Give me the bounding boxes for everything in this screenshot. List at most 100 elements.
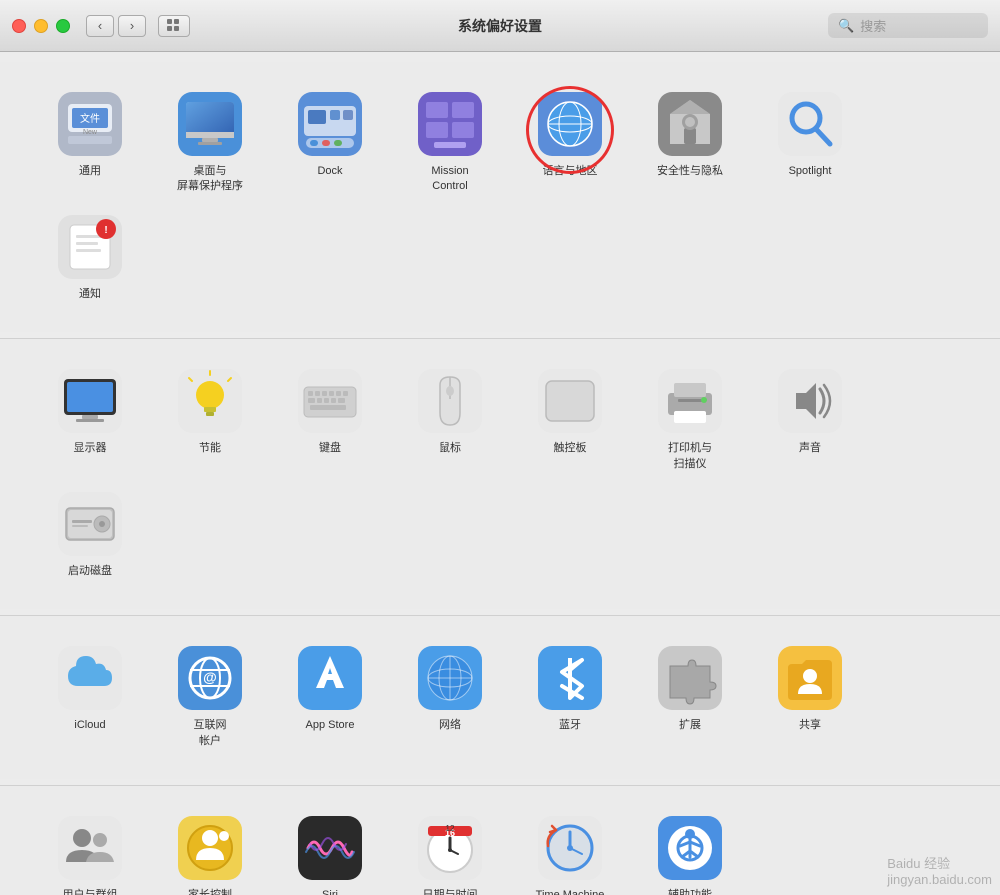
internet-accounts-icon-wrap: @ bbox=[178, 646, 242, 710]
mission-icon-wrap bbox=[418, 92, 482, 156]
trackpad-label: 触控板 bbox=[554, 441, 587, 456]
bluetooth-label: 蓝牙 bbox=[559, 718, 581, 733]
pref-app-store[interactable]: App Store bbox=[270, 636, 390, 743]
pref-notifications[interactable]: ! 通知 bbox=[30, 205, 150, 312]
search-placeholder: 搜索 bbox=[860, 16, 886, 35]
pref-network[interactable]: 网络 bbox=[390, 636, 510, 743]
pref-internet-accounts[interactable]: @ 互联网帐户 bbox=[150, 636, 270, 759]
pref-language[interactable]: 语言与地区 bbox=[510, 82, 630, 189]
displays-icon-wrap bbox=[58, 369, 122, 433]
users-icon-wrap bbox=[58, 816, 122, 880]
bluetooth-icon-wrap bbox=[538, 646, 602, 710]
pref-trackpad[interactable]: 触控板 bbox=[510, 359, 630, 466]
hardware-section: 显示器 节能 bbox=[0, 338, 1000, 609]
sharing-label: 共享 bbox=[799, 718, 821, 733]
pref-displays[interactable]: 显示器 bbox=[30, 359, 150, 466]
language-label: 语言与地区 bbox=[543, 164, 598, 179]
pref-general[interactable]: 文件 New 通用 bbox=[30, 82, 150, 189]
pref-accessibility[interactable]: 辅助功能 bbox=[630, 806, 750, 895]
svg-text:@: @ bbox=[203, 669, 217, 685]
pref-users[interactable]: 用户与群组 bbox=[30, 806, 150, 895]
spotlight-label: Spotlight bbox=[789, 164, 832, 179]
printers-label: 打印机与扫描仪 bbox=[668, 441, 712, 472]
mission-label: MissionControl bbox=[431, 164, 468, 195]
personal-section: 文件 New 通用 bbox=[0, 62, 1000, 332]
pref-dock[interactable]: Dock bbox=[270, 82, 390, 189]
users-label: 用户与群组 bbox=[63, 888, 118, 895]
internet-section: iCloud @ 互联网帐户 bbox=[0, 615, 1000, 779]
siri-label: Siri bbox=[322, 888, 338, 895]
personal-items-row: 文件 New 通用 bbox=[30, 82, 970, 312]
search-icon: 🔍 bbox=[838, 18, 854, 34]
pref-extensions[interactable]: 扩展 bbox=[630, 636, 750, 743]
pref-desktop[interactable]: 桌面与屏幕保护程序 bbox=[150, 82, 270, 205]
hardware-items-row: 显示器 节能 bbox=[30, 359, 970, 589]
pref-sound[interactable]: 声音 bbox=[750, 359, 870, 466]
pref-energy[interactable]: 节能 bbox=[150, 359, 270, 466]
general-label: 通用 bbox=[79, 164, 101, 179]
pref-bluetooth[interactable]: 蓝牙 bbox=[510, 636, 630, 743]
svg-text:!: ! bbox=[104, 225, 107, 236]
maximize-button[interactable] bbox=[56, 19, 70, 33]
printers-icon-wrap bbox=[658, 369, 722, 433]
back-button[interactable]: ‹ bbox=[86, 15, 114, 37]
icloud-icon-wrap bbox=[58, 646, 122, 710]
notifications-icon-wrap: ! bbox=[58, 215, 122, 279]
desktop-icon-wrap bbox=[178, 92, 242, 156]
close-button[interactable] bbox=[12, 19, 26, 33]
trackpad-icon-wrap bbox=[538, 369, 602, 433]
pref-siri[interactable]: Siri bbox=[270, 806, 390, 895]
mouse-icon-wrap bbox=[418, 369, 482, 433]
pref-spotlight[interactable]: Spotlight bbox=[750, 82, 870, 189]
timemachine-label: Time Machine bbox=[536, 888, 605, 895]
forward-button[interactable]: › bbox=[118, 15, 146, 37]
titlebar: ‹ › 系统偏好设置 🔍 搜索 bbox=[0, 0, 1000, 52]
pref-icloud[interactable]: iCloud bbox=[30, 636, 150, 743]
keyboard-icon-wrap bbox=[298, 369, 362, 433]
minimize-button[interactable] bbox=[34, 19, 48, 33]
pref-startup[interactable]: 启动磁盘 bbox=[30, 482, 150, 589]
pref-mouse[interactable]: 鼠标 bbox=[390, 359, 510, 466]
sound-label: 声音 bbox=[799, 441, 821, 456]
dock-label: Dock bbox=[317, 164, 342, 179]
accessibility-label: 辅助功能 bbox=[668, 888, 712, 895]
apps-grid-button[interactable] bbox=[158, 15, 190, 37]
internet-accounts-label: 互联网帐户 bbox=[194, 718, 227, 749]
pref-security[interactable]: 安全性与隐私 bbox=[630, 82, 750, 189]
displays-label: 显示器 bbox=[74, 441, 107, 456]
pref-printers[interactable]: 打印机与扫描仪 bbox=[630, 359, 750, 482]
internet-items-row: iCloud @ 互联网帐户 bbox=[30, 636, 970, 759]
language-icon-wrap bbox=[538, 92, 602, 156]
security-icon-wrap bbox=[658, 92, 722, 156]
startup-icon-wrap bbox=[58, 492, 122, 556]
notifications-label: 通知 bbox=[79, 287, 101, 302]
datetime-icon-wrap: 16 12 bbox=[418, 816, 482, 880]
pref-sharing[interactable]: 共享 bbox=[750, 636, 870, 743]
parental-icon-wrap bbox=[178, 816, 242, 880]
energy-label: 节能 bbox=[199, 441, 221, 456]
system-items-row: 用户与群组 家长控制 bbox=[30, 806, 970, 895]
desktop-label: 桌面与屏幕保护程序 bbox=[177, 164, 243, 195]
svg-text:文件: 文件 bbox=[80, 112, 100, 125]
pref-mission-control[interactable]: MissionControl bbox=[390, 82, 510, 205]
sharing-icon-wrap bbox=[778, 646, 842, 710]
accessibility-icon-wrap bbox=[658, 816, 722, 880]
search-box[interactable]: 🔍 搜索 bbox=[828, 13, 988, 38]
general-icon-wrap: 文件 New bbox=[58, 92, 122, 156]
pref-parental[interactable]: 家长控制 bbox=[150, 806, 270, 895]
pref-timemachine[interactable]: Time Machine bbox=[510, 806, 630, 895]
datetime-label: 日期与时间 bbox=[423, 888, 478, 895]
sound-icon-wrap bbox=[778, 369, 842, 433]
security-label: 安全性与隐私 bbox=[657, 164, 723, 179]
icloud-label: iCloud bbox=[74, 718, 105, 733]
app-store-label: App Store bbox=[306, 718, 355, 733]
pref-keyboard[interactable]: 键盘 bbox=[270, 359, 390, 466]
preferences-content: 文件 New 通用 bbox=[0, 52, 1000, 895]
extensions-label: 扩展 bbox=[679, 718, 701, 733]
pref-datetime[interactable]: 16 12 日期与时间 bbox=[390, 806, 510, 895]
svg-text:12: 12 bbox=[446, 824, 455, 833]
siri-icon-wrap bbox=[298, 816, 362, 880]
traffic-lights bbox=[12, 19, 70, 33]
window-title: 系统偏好设置 bbox=[458, 16, 542, 36]
extensions-icon-wrap bbox=[658, 646, 722, 710]
